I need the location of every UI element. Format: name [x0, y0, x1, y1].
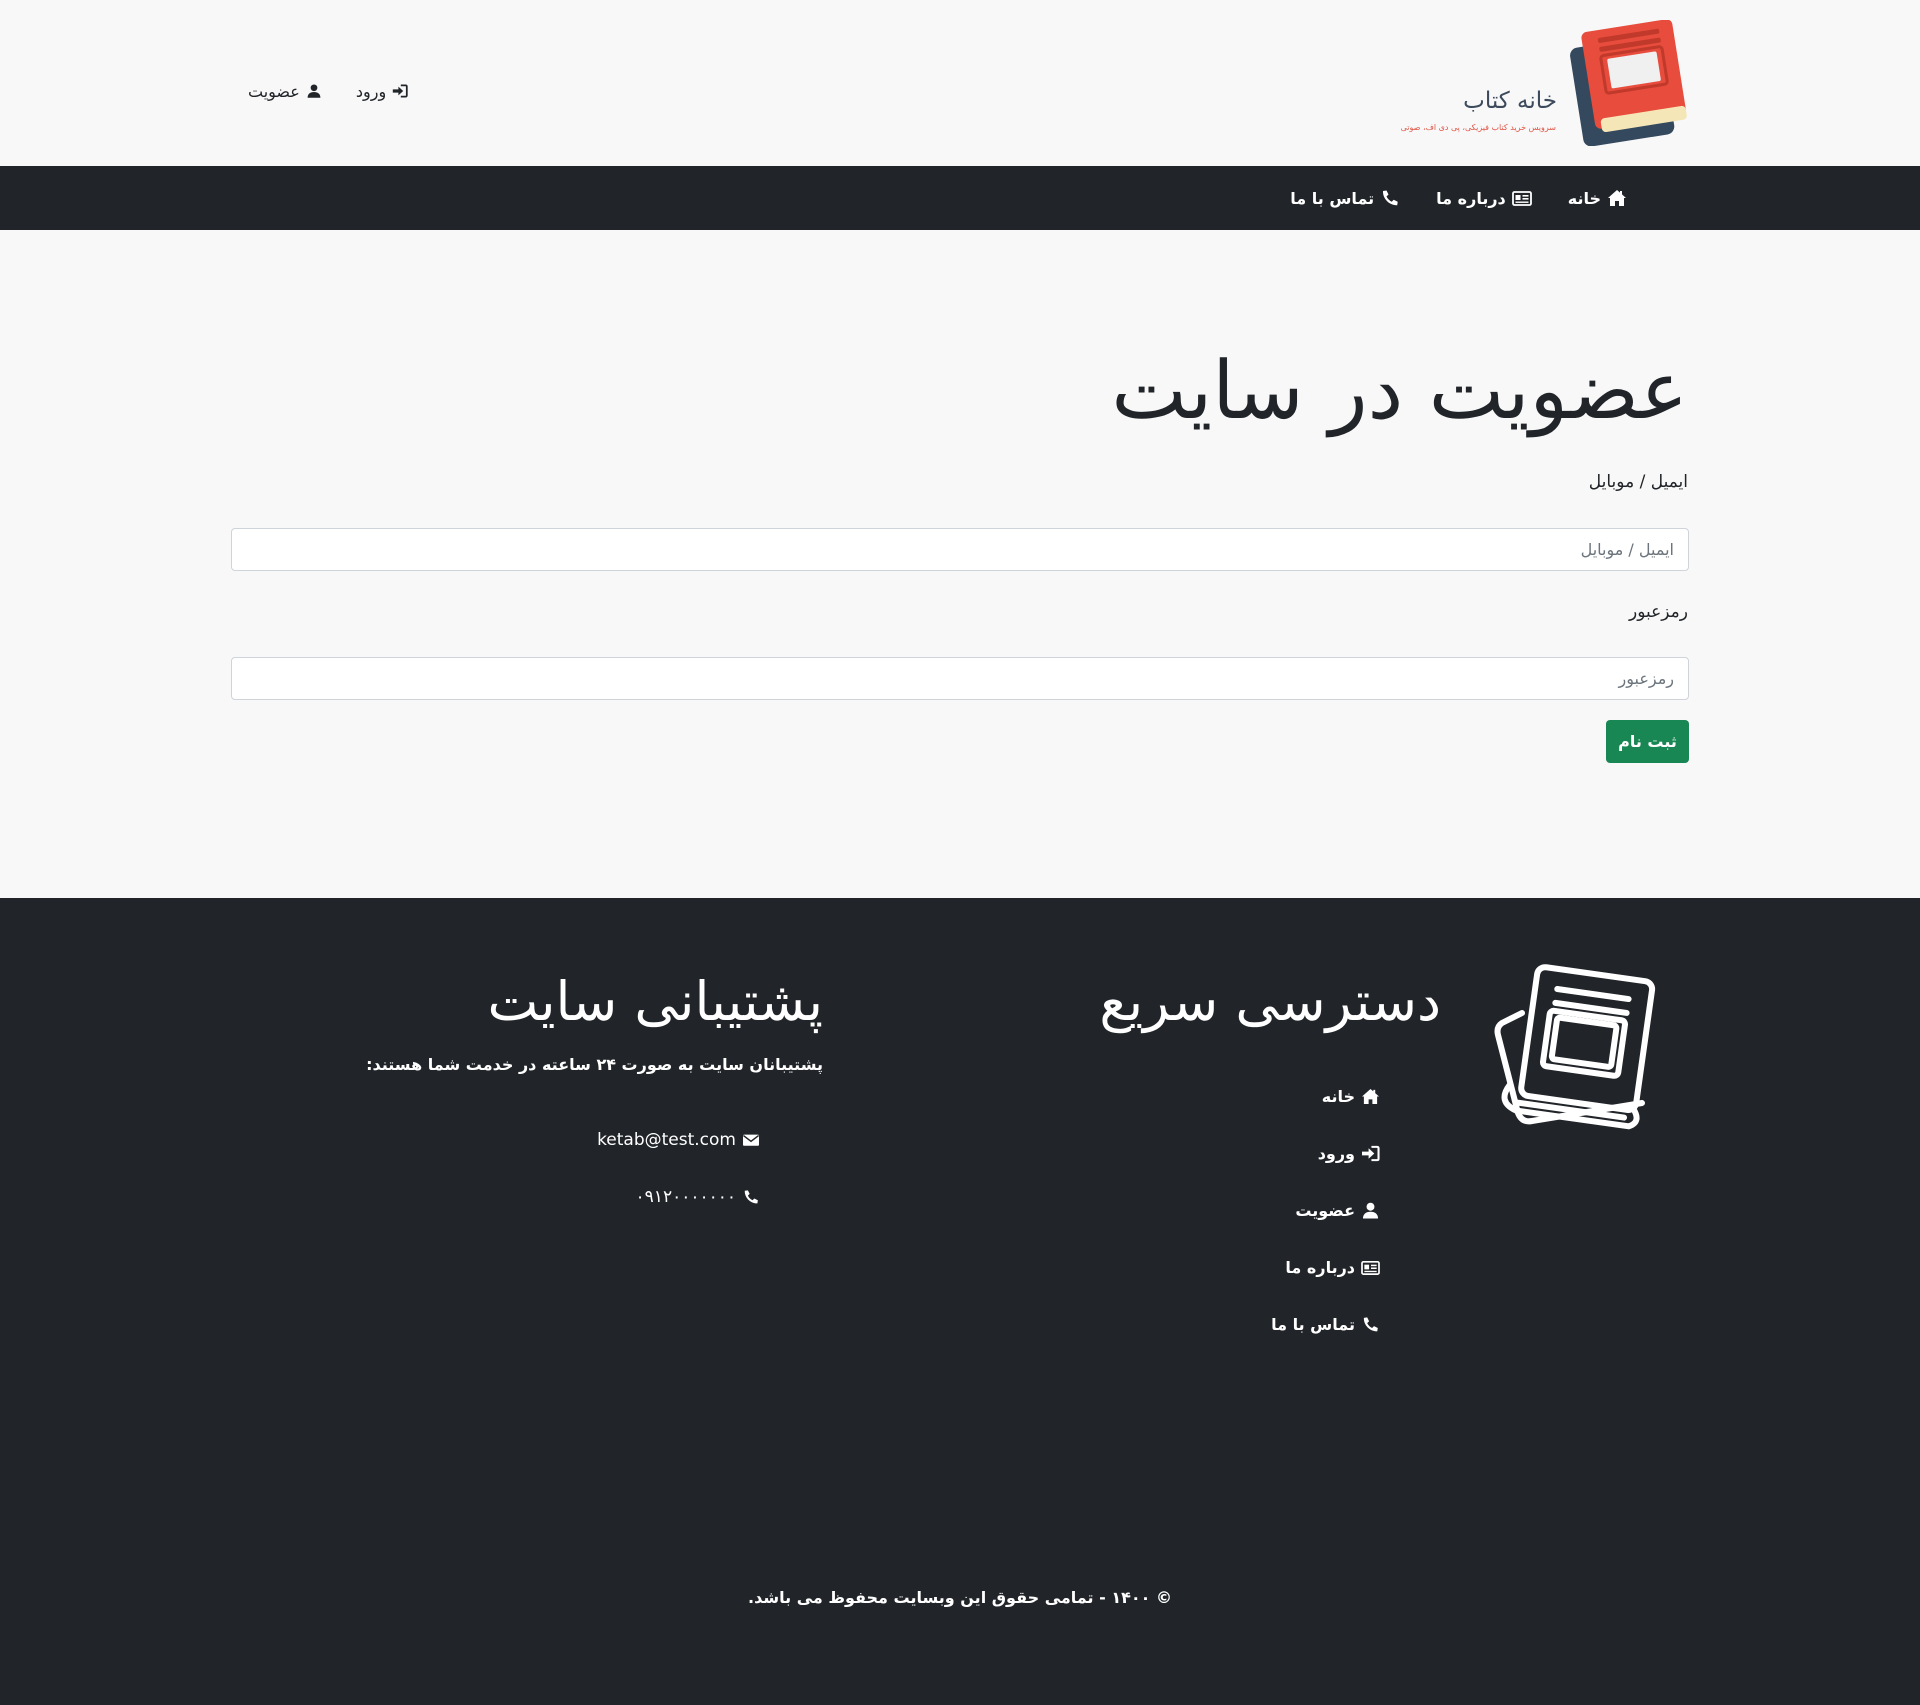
nav-item-label: تماس با ما: [1290, 188, 1375, 208]
email-label: ایمیل / موبایل: [1588, 472, 1688, 492]
logo-title: خانه کتاب: [1463, 88, 1557, 114]
user-icon: [1361, 1202, 1380, 1219]
quick-link-home[interactable]: خانه: [1322, 1068, 1380, 1125]
support-text: پشتیبانان سایت به صورت ۲۴ ساعته در خدمت …: [366, 1055, 823, 1074]
auth-links: عضویت ورود: [248, 78, 408, 104]
nav-item-home[interactable]: خانه: [1568, 189, 1627, 208]
copyright-text: © ۱۴۰۰ - تمامی حقوق این وبسایت محفوظ می …: [748, 1588, 1172, 1607]
register-link[interactable]: عضویت: [248, 82, 322, 101]
support-title: پشتیبانی سایت: [487, 970, 824, 1033]
login-link-label: ورود: [355, 81, 387, 101]
quick-link-contact[interactable]: تماس با ما: [1271, 1296, 1380, 1353]
phone-icon: [1380, 189, 1400, 207]
quick-link-register[interactable]: عضویت: [1295, 1182, 1380, 1239]
quick-link-label: عضویت: [1295, 1201, 1355, 1220]
password-label: رمزعبور: [1629, 602, 1688, 622]
sign-in-icon: [392, 83, 408, 99]
user-icon: [306, 83, 322, 99]
nav-item-about[interactable]: درباره ما: [1436, 189, 1532, 208]
email-field[interactable]: [231, 528, 1689, 571]
phone-icon: [1361, 1316, 1380, 1333]
quick-access-list: خانه ورود عضویت درباره ما تماس با ما: [1271, 1068, 1380, 1353]
id-card-icon: [1361, 1259, 1380, 1276]
logo-subtitle: سرویس خرید کتاب فیزیکی، پی دی اف، صوتی: [1400, 123, 1556, 132]
login-link[interactable]: ورود: [356, 82, 408, 101]
nav-item-label: درباره ما: [1436, 188, 1506, 208]
quick-link-label: تماس با ما: [1271, 1315, 1355, 1334]
home-icon: [1607, 189, 1627, 207]
nav-item-contact[interactable]: تماس با ما: [1290, 189, 1400, 208]
password-field[interactable]: [231, 657, 1689, 700]
support-email-value: ketab@test.com: [597, 1130, 736, 1150]
support-email[interactable]: ketab@test.com: [597, 1130, 760, 1150]
phone-icon: [742, 1189, 760, 1205]
page-title: عضویت در سایت: [1111, 344, 1688, 437]
sign-in-icon: [1361, 1145, 1380, 1162]
quick-link-login[interactable]: ورود: [1318, 1125, 1380, 1182]
quick-link-label: ورود: [1317, 1144, 1355, 1163]
book-outline-icon: [1494, 964, 1656, 1130]
quick-link-label: درباره ما: [1285, 1258, 1355, 1277]
book-logo-icon[interactable]: [1565, 20, 1691, 146]
id-card-icon: [1512, 189, 1532, 207]
support-phone[interactable]: ۰۹۱۲۰۰۰۰۰۰۰: [636, 1187, 760, 1207]
home-icon: [1361, 1088, 1380, 1105]
main-navbar: خانه درباره ما تماس با ما: [0, 166, 1920, 230]
register-link-label: عضویت: [248, 81, 300, 101]
quick-link-about[interactable]: درباره ما: [1285, 1239, 1380, 1296]
envelope-icon: [742, 1132, 760, 1148]
nav-item-label: خانه: [1567, 188, 1601, 208]
register-button[interactable]: ثبت نام: [1606, 720, 1689, 763]
quick-access-title: دسترسی سریع: [1099, 970, 1441, 1033]
quick-link-label: خانه: [1321, 1087, 1355, 1106]
nav-items: خانه درباره ما تماس با ما: [1290, 166, 1627, 230]
support-phone-value: ۰۹۱۲۰۰۰۰۰۰۰: [635, 1187, 736, 1207]
